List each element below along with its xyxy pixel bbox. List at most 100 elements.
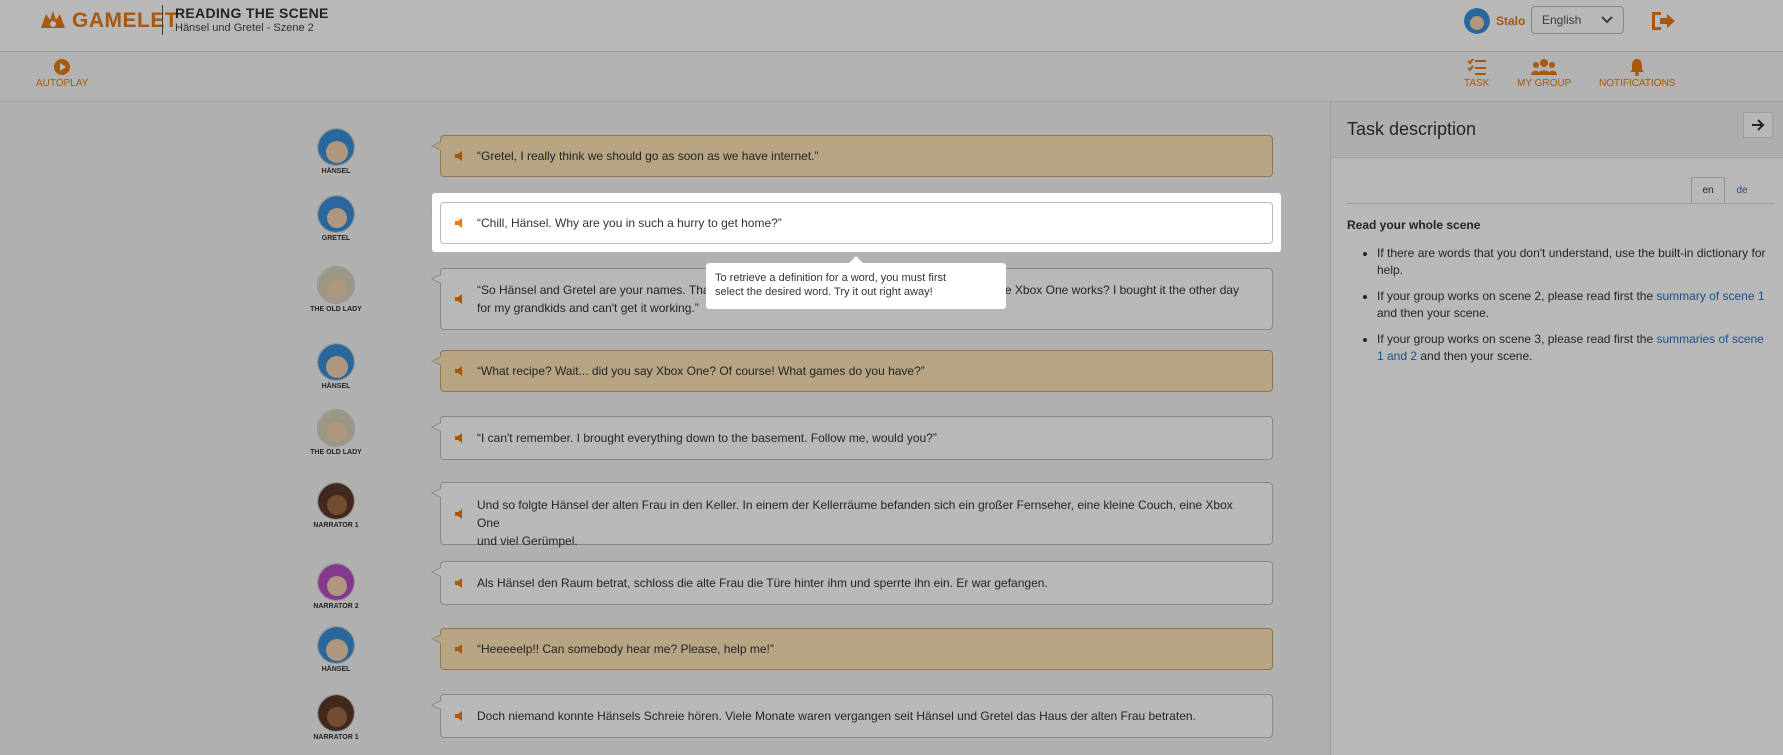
- speaker-avatar: [317, 409, 355, 447]
- language-tabs: en de: [1691, 177, 1759, 203]
- notifications-button[interactable]: NOTIFICATIONS: [1599, 58, 1675, 89]
- collapse-panel-button[interactable]: [1743, 112, 1773, 138]
- tutorial-tooltip: To retrieve a definition for a word, you…: [706, 256, 1006, 309]
- dialog-bubble[interactable]: Als Hänsel den Raum betrat, schloss die …: [431, 561, 1273, 605]
- speaker: HÄNSEL: [306, 128, 366, 175]
- audio-speaker-icon[interactable]: [454, 432, 466, 444]
- summary-scene-1-link[interactable]: summary of scene 1: [1656, 289, 1764, 303]
- speaker-name: GRETEL: [321, 235, 351, 242]
- dragon-icon: [41, 11, 65, 28]
- highlighted-dialog-bubble[interactable]: “Chill, Hänsel. Why are you in such a hu…: [440, 202, 1273, 244]
- task-content: Read your whole scene If there are words…: [1347, 218, 1767, 374]
- speaker-name: NARRATOR 2: [313, 603, 359, 610]
- task-item: If your group works on scene 2, please r…: [1377, 288, 1767, 322]
- speaker-name: THE OLD LADY: [310, 449, 362, 456]
- dialog-bubble[interactable]: “I can't remember. I brought everything …: [431, 416, 1273, 460]
- speaker-name: HÄNSEL: [321, 383, 351, 390]
- dialog-text[interactable]: “I can't remember. I brought everything …: [477, 429, 937, 447]
- speaker-name: THE OLD LADY: [310, 306, 362, 313]
- speaker: THE OLD LADY: [306, 266, 366, 313]
- task-item-text: and then your scene.: [1377, 306, 1490, 320]
- speaker: NARRATOR 1: [306, 482, 366, 529]
- dialog-bubble[interactable]: “What recipe? Wait... did you say Xbox O…: [431, 350, 1273, 392]
- my-group-button[interactable]: MY GROUP: [1517, 58, 1571, 89]
- speaker-avatar: [317, 482, 355, 520]
- task-heading: Read your whole scene: [1347, 218, 1481, 232]
- language-value: English: [1542, 13, 1582, 27]
- dialog-bubble[interactable]: Und so folgte Hänsel der alten Frau in d…: [431, 482, 1273, 548]
- audio-speaker-icon[interactable]: [454, 150, 466, 162]
- task-item-text: If there are words that you don't unders…: [1377, 246, 1766, 277]
- speaker-name: NARRATOR 1: [313, 734, 359, 741]
- audio-speaker-icon[interactable]: [454, 217, 466, 229]
- notifications-label: NOTIFICATIONS: [1599, 78, 1676, 89]
- page-title-block: READING THE SCENE Hänsel und Gretel - Sz…: [162, 5, 329, 35]
- dialog-text[interactable]: Als Hänsel den Raum betrat, schloss die …: [477, 574, 1048, 592]
- autoplay-label: AUTOPLAY: [36, 78, 89, 89]
- user-name: Stalo: [1496, 14, 1526, 28]
- gamelet-logo[interactable]: GAMELET: [38, 8, 178, 34]
- audio-speaker-icon[interactable]: [454, 710, 466, 722]
- audio-speaker-icon[interactable]: [454, 577, 466, 589]
- tooltip-line: select the desired word. Try it out righ…: [715, 286, 933, 298]
- language-select[interactable]: English: [1531, 6, 1624, 34]
- speaker: NARRATOR 1: [306, 694, 366, 741]
- task-list-icon: [1466, 58, 1486, 75]
- speaker-name: NARRATOR 1: [313, 522, 359, 529]
- speaker-avatar: [317, 626, 355, 664]
- task-button[interactable]: TASK: [1464, 58, 1489, 89]
- tab-divider: [1347, 203, 1775, 204]
- task-description-panel: Task description en de Read your whole s…: [1330, 102, 1783, 755]
- dialog-text[interactable]: Und so folgte Hänsel der alten Frau in d…: [477, 496, 1242, 532]
- speaker: GRETEL: [306, 195, 366, 242]
- dialog-bubble[interactable]: “Gretel, I really think we should go as …: [431, 135, 1273, 177]
- tab-de[interactable]: de: [1725, 177, 1759, 203]
- task-item-text: and then your scene.: [1417, 349, 1533, 363]
- speaker-name: HÄNSEL: [321, 666, 351, 673]
- speaker: HÄNSEL: [306, 626, 366, 673]
- task-item-text: If your group works on scene 2, please r…: [1377, 289, 1657, 303]
- audio-speaker-icon[interactable]: [454, 293, 466, 305]
- dialog-text[interactable]: “What recipe? Wait... did you say Xbox O…: [477, 362, 925, 380]
- chevron-down-icon: [1601, 16, 1613, 24]
- audio-speaker-icon[interactable]: [454, 508, 466, 520]
- dialog-text[interactable]: the Xbox One works? I bought it the othe…: [995, 283, 1239, 297]
- speaker: THE OLD LADY: [306, 409, 366, 456]
- speaker-avatar: [317, 195, 355, 233]
- dialog-text[interactable]: “Gretel, I really think we should go as …: [477, 147, 819, 165]
- audio-speaker-icon[interactable]: [454, 643, 466, 655]
- page-title: READING THE SCENE: [175, 5, 329, 21]
- user-profile[interactable]: Stalo: [1464, 8, 1525, 34]
- audio-speaker-icon[interactable]: [454, 365, 466, 377]
- speaker: HÄNSEL: [306, 343, 366, 390]
- task-item: If your group works on scene 3, please r…: [1377, 331, 1767, 365]
- speaker-avatar: [317, 694, 355, 732]
- play-icon: [54, 59, 71, 75]
- dialog-bubble[interactable]: “Heeeeelp!! Can somebody hear me? Please…: [431, 628, 1273, 670]
- toolbar: AUTOPLAY TASK MY GROUP NOTIFICATIONS: [0, 52, 1783, 102]
- dialog-text[interactable]: und viel Gerümpel.: [477, 532, 1242, 550]
- dialog-text[interactable]: “So Hänsel and Gretel are your names. Th…: [477, 283, 713, 297]
- task-item: If there are words that you don't unders…: [1377, 245, 1767, 279]
- group-icon: [1531, 59, 1558, 75]
- logout-icon[interactable]: [1650, 10, 1676, 32]
- dialog-bubble[interactable]: Doch niemand konnte Hänsels Schreie höre…: [431, 694, 1273, 738]
- speaker-avatar: [317, 343, 355, 381]
- autoplay-button[interactable]: AUTOPLAY: [36, 58, 88, 89]
- panel-title: Task description: [1347, 119, 1477, 139]
- panel-header: Task description: [1331, 102, 1783, 158]
- speaker-avatar: [317, 128, 355, 166]
- dialog-text[interactable]: Doch niemand konnte Hänsels Schreie höre…: [477, 707, 1196, 725]
- task-item-text: If your group works on scene 3, please r…: [1377, 332, 1657, 346]
- dialog-text[interactable]: “Heeeeelp!! Can somebody hear me? Please…: [477, 640, 774, 658]
- dialog-text[interactable]: “Chill, Hänsel. Why are you in such a hu…: [477, 216, 782, 230]
- task-list: If there are words that you don't unders…: [1347, 245, 1767, 365]
- speaker-avatar: [317, 563, 355, 601]
- avatar: [1464, 8, 1490, 34]
- tab-en[interactable]: en: [1691, 177, 1725, 203]
- speaker-name: HÄNSEL: [321, 168, 351, 175]
- page-subtitle: Hänsel und Gretel - Szene 2: [175, 22, 314, 34]
- arrow-right-icon: [1752, 119, 1765, 131]
- tooltip-line: To retrieve a definition for a word, you…: [715, 272, 947, 284]
- top-header: GAMELET READING THE SCENE Hänsel und Gre…: [0, 0, 1783, 52]
